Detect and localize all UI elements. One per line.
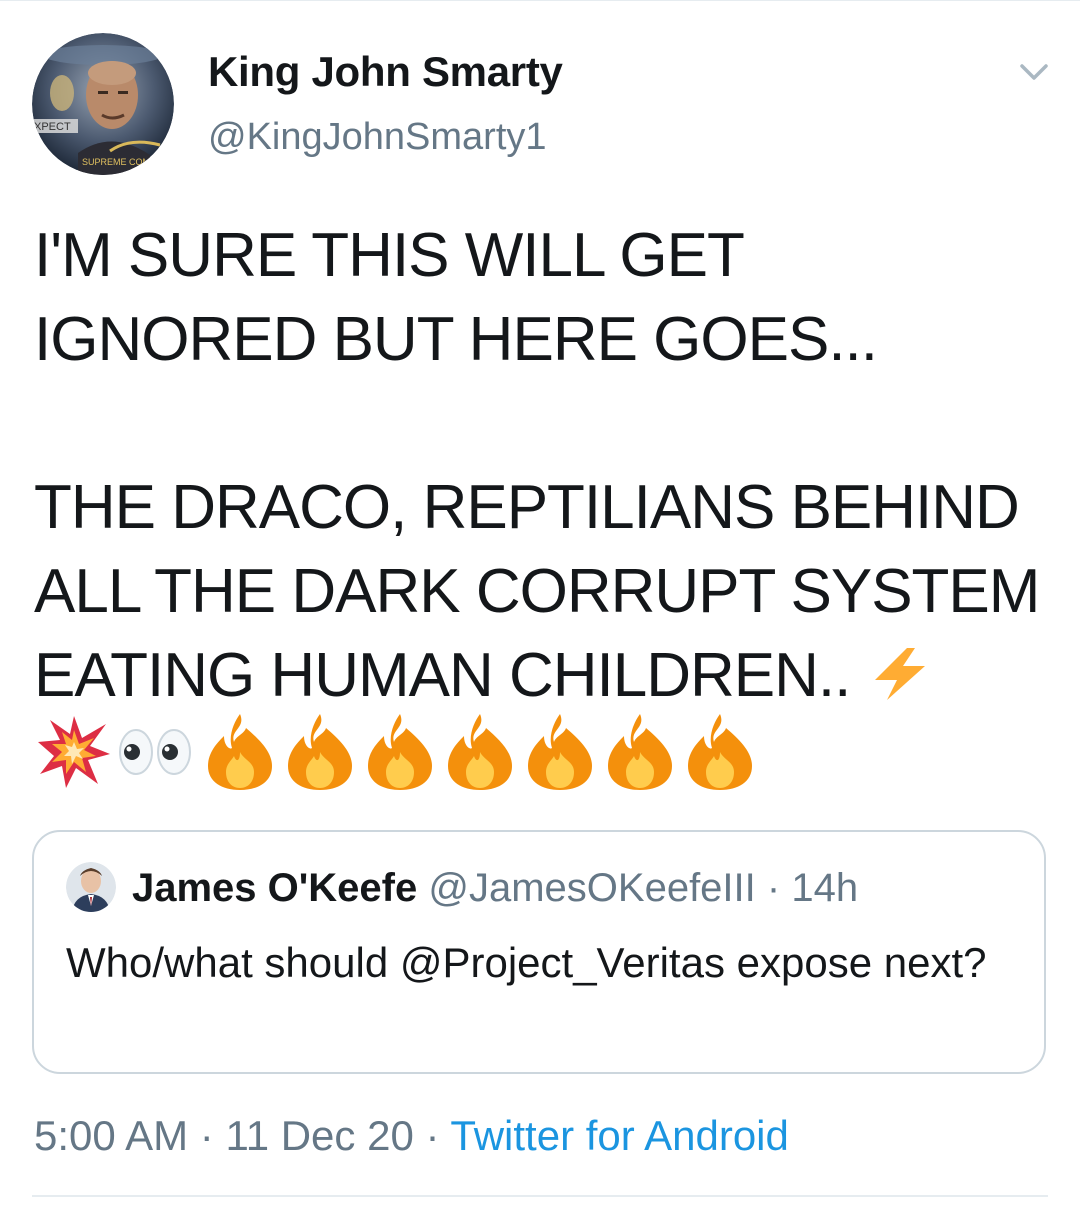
quoted-tweet-header: James O'Keefe @JamesOKeefeIII · 14h: [132, 862, 858, 914]
bottom-divider: [32, 1195, 1048, 1197]
svg-text:XPECT: XPECT: [34, 121, 71, 133]
fire-emoji: [688, 714, 752, 790]
high-voltage-emoji: [874, 648, 925, 700]
fire-emoji: [368, 714, 432, 790]
quoted-tweet-age: 14h: [791, 866, 859, 910]
profile-avatar-icon: XPECT SUPREME COMMA: [32, 33, 174, 175]
fire-emoji: [608, 714, 672, 790]
quoted-author-name[interactable]: James O'Keefe: [132, 866, 417, 910]
emoji-row: [36, 712, 760, 792]
quoted-author-handle[interactable]: @JamesOKeefeIII: [428, 866, 755, 910]
quoted-tweet-text: Who/what should @Project_Veritas expose …: [66, 939, 987, 986]
svg-text:SUPREME COMMA: SUPREME COMMA: [82, 157, 164, 167]
fire-emoji: [208, 714, 272, 790]
author-avatar[interactable]: XPECT SUPREME COMMA: [32, 33, 174, 175]
tweet-menu-button[interactable]: [1016, 58, 1052, 86]
collision-emoji: [38, 716, 110, 788]
top-divider: [0, 0, 1080, 1]
fire-emoji: [448, 714, 512, 790]
footer-separator: ·: [199, 1112, 214, 1159]
fire-emoji: [528, 714, 592, 790]
quoted-separator: ·: [766, 866, 781, 910]
tweet-footer: 5:00 AM · 11 Dec 20 · Twitter for Androi…: [34, 1108, 789, 1164]
tweet-time[interactable]: 5:00 AM: [34, 1112, 188, 1159]
eyes-emoji: [119, 729, 191, 775]
tweet-body: I'M SURE THIS WILL GET IGNORED BUT HERE …: [34, 214, 1064, 718]
tweet-source-link[interactable]: Twitter for Android: [450, 1112, 788, 1159]
fire-emoji-group: [208, 714, 752, 790]
chevron-down-icon: [1020, 64, 1048, 80]
tweet-text: I'M SURE THIS WILL GET IGNORED BUT HERE …: [34, 221, 1040, 710]
quoted-tweet-card[interactable]: James O'Keefe @JamesOKeefeIII · 14h Who/…: [32, 830, 1046, 1074]
tweet-date[interactable]: 11 Dec 20: [225, 1112, 413, 1159]
quoted-avatar-icon: [66, 862, 116, 912]
quoted-author-avatar[interactable]: [66, 862, 116, 912]
author-display-name[interactable]: King John Smarty: [208, 46, 563, 98]
author-block: King John Smarty @KingJohnSmarty1: [208, 46, 563, 162]
footer-separator: ·: [425, 1112, 440, 1159]
fire-emoji: [288, 714, 352, 790]
author-handle[interactable]: @KingJohnSmarty1: [208, 112, 563, 162]
